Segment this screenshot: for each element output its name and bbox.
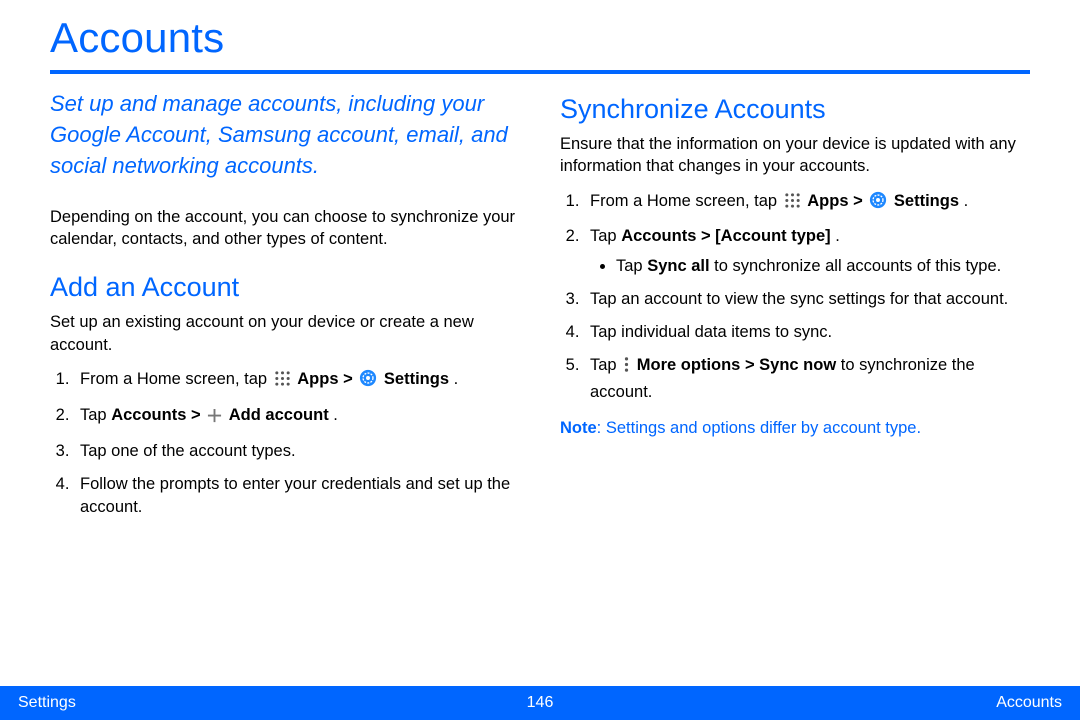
intro-paragraph: Depending on the account, you can choose…: [50, 206, 520, 251]
step-item: Tap Accounts > Add account .: [74, 404, 520, 431]
step-text: Tap: [590, 227, 621, 245]
add-account-heading: Add an Account: [50, 272, 520, 303]
footer-page-number: 146: [527, 694, 554, 712]
step-item: Follow the prompts to enter your credent…: [74, 473, 520, 521]
step-text: Tap: [616, 257, 647, 275]
page-title: Accounts: [50, 0, 1030, 70]
title-rule: [50, 70, 1030, 74]
sync-steps: From a Home screen, tap Apps > Settings …: [560, 190, 1030, 405]
step-item: From a Home screen, tap Apps > Settings …: [74, 368, 520, 395]
apps-grid-icon: [784, 192, 801, 217]
step-bold: Add account: [229, 406, 329, 424]
step-item: Tap an account to view the sync settings…: [584, 288, 1030, 312]
content-columns: Set up and manage accounts, including yo…: [50, 88, 1030, 529]
step-bold: Accounts >: [111, 406, 205, 424]
note-body: : Settings and options differ by account…: [597, 419, 921, 437]
step-bold: Apps >: [297, 370, 357, 388]
step-text: From a Home screen, tap: [590, 192, 782, 210]
left-column: Set up and manage accounts, including yo…: [50, 88, 520, 529]
sub-bullets: Tap Sync all to synchronize all accounts…: [590, 255, 1030, 279]
settings-gear-icon: [359, 369, 377, 395]
step-bold: Sync all: [647, 257, 709, 275]
step-item: From a Home screen, tap Apps > Settings …: [584, 190, 1030, 217]
page-footer: Settings 146 Accounts: [0, 686, 1080, 720]
step-bold: Apps >: [807, 192, 867, 210]
step-text: .: [454, 370, 459, 388]
step-item: Tap Accounts > [Account type] . Tap Sync…: [584, 225, 1030, 279]
step-text: Tap: [590, 356, 621, 374]
intro-text: Set up and manage accounts, including yo…: [50, 88, 520, 182]
bullet-item: Tap Sync all to synchronize all accounts…: [616, 255, 1030, 279]
manual-page: Accounts Set up and manage accounts, inc…: [0, 0, 1080, 720]
step-text: From a Home screen, tap: [80, 370, 272, 388]
step-bold: More options > Sync now: [637, 356, 836, 374]
right-column: Synchronize Accounts Ensure that the inf…: [560, 88, 1030, 529]
step-text: Tap: [80, 406, 111, 424]
footer-left: Settings: [18, 694, 76, 712]
more-vert-icon: [623, 356, 630, 381]
footer-right: Accounts: [996, 694, 1062, 712]
step-item: Tap one of the account types.: [74, 440, 520, 464]
step-text: .: [333, 406, 338, 424]
settings-gear-icon: [869, 191, 887, 217]
step-item: Tap individual data items to sync.: [584, 321, 1030, 345]
note-label: Note: [560, 419, 597, 437]
note: Note: Settings and options differ by acc…: [560, 419, 1030, 438]
plus-icon: [207, 407, 222, 431]
step-bold: Accounts > [Account type]: [621, 227, 830, 245]
step-item: Tap More options > Sync now to synchroni…: [584, 354, 1030, 405]
step-text: .: [835, 227, 840, 245]
sync-heading: Synchronize Accounts: [560, 94, 1030, 125]
sync-lead: Ensure that the information on your devi…: [560, 133, 1030, 178]
add-account-steps: From a Home screen, tap Apps > Settings …: [50, 368, 520, 521]
add-account-lead: Set up an existing account on your devic…: [50, 311, 520, 356]
step-bold: Settings: [384, 370, 449, 388]
step-text: .: [964, 192, 969, 210]
step-bold: Settings: [894, 192, 959, 210]
step-text: to synchronize all accounts of this type…: [714, 257, 1001, 275]
apps-grid-icon: [274, 370, 291, 395]
